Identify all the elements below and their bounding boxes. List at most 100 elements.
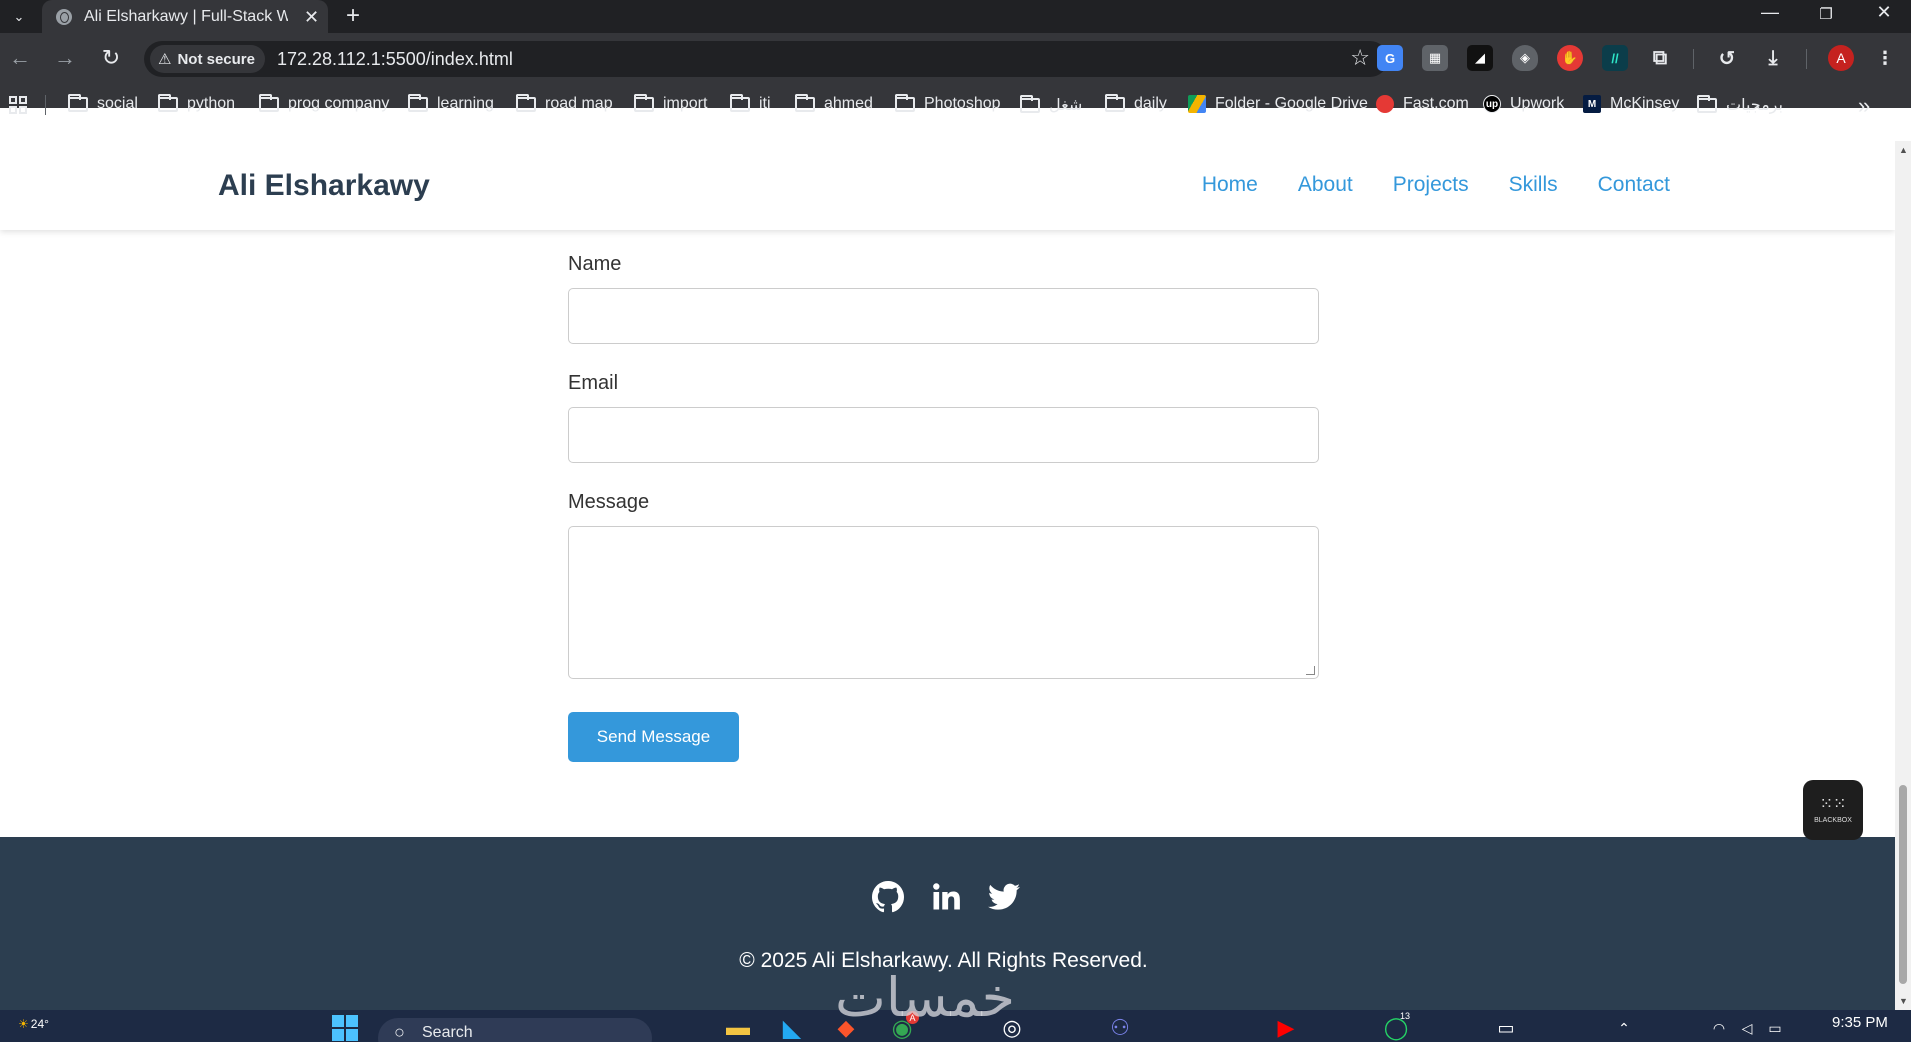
twitter-icon[interactable] — [986, 879, 1022, 915]
close-window-button[interactable]: ✕ — [1864, 2, 1904, 23]
bookmark-folder[interactable]: social — [68, 93, 138, 113]
active-tab[interactable]: Ali Elsharkawy | Full-Stack Web ✕ — [42, 0, 328, 33]
fast-com-icon — [1376, 95, 1394, 113]
upwork-icon: up — [1483, 95, 1501, 113]
site-header: Ali Elsharkawy Home About Projects Skill… — [0, 141, 1895, 230]
shield-icon[interactable]: ◈ — [1512, 45, 1538, 71]
nav-skills[interactable]: Skills — [1509, 173, 1558, 197]
bookmark-folder[interactable]: Photoshop — [895, 93, 1001, 113]
taskbar-search[interactable]: ○ Search — [378, 1018, 652, 1042]
nav-home[interactable]: Home — [1202, 173, 1258, 197]
mckinsey-icon: M — [1583, 95, 1601, 113]
whatsapp-count: 13 — [1400, 1011, 1411, 1021]
taskbar-clock[interactable]: 9:35 PM — [1832, 1014, 1888, 1031]
bookmark-folder[interactable]: import — [634, 93, 707, 113]
bookmark-fast[interactable]: Fast.com — [1376, 95, 1469, 113]
page-scrollbar[interactable]: ▲ ▼ — [1895, 141, 1911, 1010]
bookmark-folder[interactable]: iti — [730, 93, 771, 113]
url-text[interactable]: 172.28.112.1:5500/index.html — [277, 49, 513, 70]
google-translate-icon[interactable]: G — [1377, 45, 1403, 71]
history-icon[interactable]: ↺ — [1714, 45, 1740, 71]
folder-icon — [68, 93, 88, 112]
wifi-icon[interactable]: ◠ — [1708, 1014, 1730, 1042]
extension-icon[interactable]: ▦ — [1422, 45, 1448, 71]
whatsapp-icon[interactable]: ◯ 13 — [1380, 1011, 1412, 1042]
nav-projects[interactable]: Projects — [1393, 173, 1469, 197]
resize-handle-icon[interactable] — [1306, 666, 1315, 675]
vscode-icon[interactable]: ◣ — [776, 1014, 808, 1042]
nav-contact[interactable]: Contact — [1598, 173, 1670, 197]
folder-icon — [730, 93, 750, 112]
blackbox-widget-button[interactable]: ⁙⁙ BLACKBOX — [1803, 780, 1863, 840]
email-label: Email — [568, 372, 619, 394]
bookmark-google-drive[interactable]: Folder - Google Drive — [1188, 95, 1368, 113]
new-tab-button[interactable]: + — [346, 3, 360, 29]
download-icon[interactable]: ⤓ — [1760, 45, 1786, 71]
terminal-icon[interactable]: ▭ — [1490, 1014, 1522, 1042]
bookmark-folder[interactable]: python — [158, 93, 235, 113]
bookmark-folder[interactable]: learning — [408, 93, 494, 113]
bookmark-upwork[interactable]: up Upwork — [1483, 95, 1564, 113]
nav-about[interactable]: About — [1298, 173, 1353, 197]
site-info-chip[interactable]: ⚠ Not secure — [150, 45, 265, 73]
scrollbar-thumb[interactable] — [1899, 785, 1907, 984]
site-brand[interactable]: Ali Elsharkawy — [218, 169, 430, 203]
site-nav-links: Home About Projects Skills Contact — [1202, 173, 1670, 197]
windows-start-icon[interactable] — [330, 1014, 360, 1042]
adblock-icon[interactable]: ✋ — [1557, 45, 1583, 71]
weather-widget[interactable]: ☀ 24° — [18, 1010, 49, 1038]
teams-icon[interactable]: ⚇ — [1104, 1014, 1136, 1042]
address-bar[interactable]: ⚠ Not secure 172.28.112.1:5500/index.htm… — [144, 41, 1388, 77]
google-drive-icon — [1188, 95, 1206, 113]
globe-icon — [56, 8, 72, 25]
minimize-button[interactable]: — — [1750, 2, 1790, 23]
toolbar-separator — [1693, 49, 1694, 69]
folder-icon — [1697, 94, 1717, 113]
extension-icon[interactable]: ◢ — [1467, 45, 1493, 71]
github-icon[interactable] — [870, 879, 906, 915]
message-textarea[interactable] — [568, 526, 1319, 679]
bookmark-star-icon[interactable]: ☆ — [1350, 45, 1370, 71]
bookmark-folder[interactable]: daily — [1105, 93, 1167, 113]
reload-button[interactable]: ↻ — [96, 43, 126, 73]
bookmark-folder[interactable]: prog company — [259, 93, 389, 113]
linkedin-icon[interactable] — [928, 879, 964, 915]
close-tab-icon[interactable]: ✕ — [304, 8, 319, 26]
scroll-up-arrow-icon[interactable]: ▲ — [1899, 145, 1908, 155]
restore-button[interactable]: ❐ — [1806, 5, 1846, 23]
forward-button[interactable]: → — [50, 43, 80, 73]
search-icon: ○ — [394, 1022, 405, 1042]
search-placeholder: Search — [422, 1024, 473, 1041]
tab-search-button[interactable]: ⌄ — [6, 6, 32, 28]
menu-kebab-icon[interactable]: ⋮ — [1872, 45, 1898, 71]
profile-avatar[interactable]: A — [1828, 45, 1854, 71]
battery-icon[interactable]: ▭ — [1764, 1014, 1786, 1042]
name-field[interactable] — [568, 288, 1319, 344]
folder-icon — [1020, 94, 1040, 113]
send-message-button[interactable]: Send Message — [568, 712, 739, 762]
bookmark-folder[interactable]: ahmed — [795, 93, 873, 113]
more-bookmarks-icon[interactable]: » — [1858, 93, 1870, 119]
file-explorer-icon[interactable]: ▬ — [722, 1014, 754, 1042]
bookmark-folder[interactable]: شغل — [1020, 94, 1082, 115]
folder-icon — [1105, 93, 1125, 112]
volume-icon[interactable]: ◁ — [1736, 1014, 1758, 1042]
weather-icon: ☀ — [18, 1017, 29, 1031]
scroll-down-arrow-icon[interactable]: ▼ — [1899, 996, 1908, 1006]
folder-icon — [259, 93, 279, 112]
email-field[interactable] — [568, 407, 1319, 463]
bookmark-folder[interactable]: road map — [516, 93, 613, 113]
extensions-puzzle-icon[interactable]: ⧉ — [1647, 45, 1673, 71]
message-label: Message — [568, 491, 650, 513]
khamsat-watermark: خمسات — [835, 966, 1016, 1029]
toolbar-separator — [1806, 49, 1807, 69]
show-hidden-icons-icon[interactable]: ⌃ — [1612, 1014, 1636, 1042]
tab-title: Ali Elsharkawy | Full-Stack Web — [84, 7, 288, 25]
bookmark-folder[interactable]: برمجيات — [1697, 94, 1783, 115]
back-button[interactable]: ← — [5, 43, 35, 73]
youtube-icon[interactable]: ▶ — [1270, 1014, 1302, 1042]
apps-grid-icon[interactable] — [9, 96, 27, 119]
warning-icon: ⚠ — [158, 51, 172, 68]
bookmark-mckinsey[interactable]: M McKinsey — [1583, 95, 1679, 113]
extension-icon[interactable]: // — [1602, 45, 1628, 71]
